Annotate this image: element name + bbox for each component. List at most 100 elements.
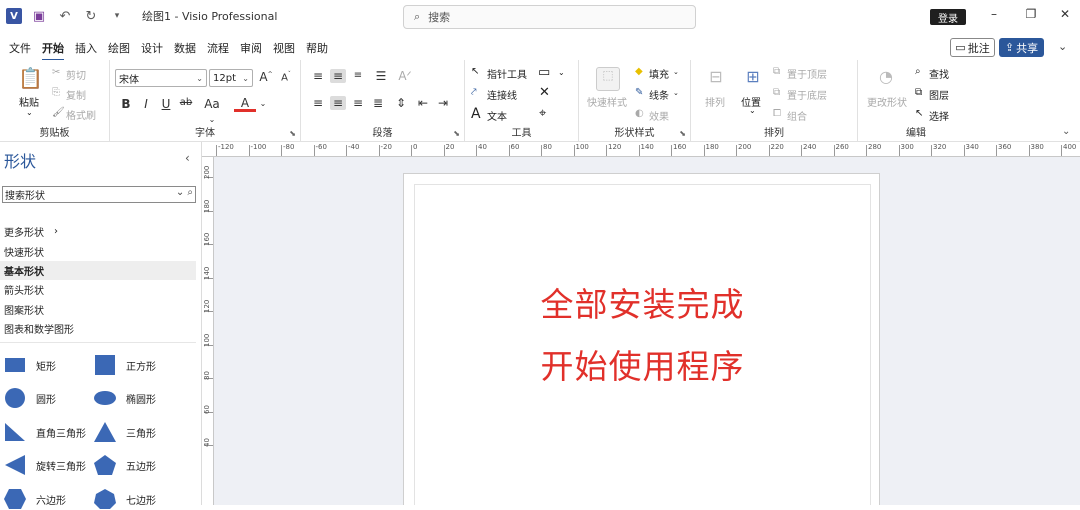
- quick-styles-button[interactable]: 快速样式: [587, 94, 627, 109]
- align-button[interactable]: 排列: [705, 94, 725, 109]
- line-button[interactable]: 线条: [649, 87, 669, 102]
- select-button[interactable]: 选择: [929, 108, 949, 123]
- shape-hexagon[interactable]: 六边形: [4, 488, 66, 510]
- increase-font-icon[interactable]: A^: [258, 70, 274, 84]
- connection-point-icon[interactable]: ⌖: [539, 106, 546, 121]
- change-shape-button[interactable]: 更改形状: [867, 94, 907, 109]
- redo-icon[interactable]: ↻: [82, 9, 100, 24]
- shape-heptagon[interactable]: 七边形: [94, 488, 156, 510]
- align-middle-icon[interactable]: ≡: [330, 69, 346, 83]
- shape-pentagon[interactable]: 五边形: [94, 454, 156, 476]
- increase-indent-icon[interactable]: ⇥: [435, 96, 451, 110]
- shape-rotated-triangle[interactable]: 旋转三角形: [4, 454, 86, 476]
- text-tool-button[interactable]: 文本: [487, 108, 507, 123]
- shape-triangle[interactable]: 三角形: [94, 421, 156, 443]
- tab-design[interactable]: 设计: [141, 40, 163, 56]
- shape-square[interactable]: 正方形: [94, 354, 156, 376]
- dialog-launcher-icon[interactable]: ⬊: [453, 129, 460, 138]
- minimize-button[interactable]: –: [982, 7, 1006, 27]
- drawing-canvas[interactable]: -120 -100 -80 -60 -40 -20 0 20 40 60 80 100 120 140 16…: [202, 142, 1080, 505]
- dialog-launcher-icon[interactable]: ⬊: [679, 129, 686, 138]
- chevron-down-icon[interactable]: ⌄: [1058, 40, 1067, 53]
- bullets-icon[interactable]: ☰: [373, 69, 389, 83]
- decrease-indent-icon[interactable]: ⇤: [415, 96, 431, 110]
- font-name-dropdown[interactable]: 宋体 ⌄: [115, 69, 207, 87]
- change-case-button[interactable]: Aa ⌄: [200, 97, 224, 125]
- more-shapes-item[interactable]: 更多形状 ›: [0, 222, 196, 241]
- line-spacing-icon[interactable]: ⇕: [393, 96, 409, 110]
- tab-home[interactable]: 开始: [42, 40, 64, 61]
- justify-icon[interactable]: ≣: [370, 96, 386, 110]
- share-button[interactable]: ⇪ 共享: [999, 38, 1044, 57]
- align-center-icon[interactable]: ≡: [330, 96, 346, 110]
- tab-insert[interactable]: 插入: [75, 40, 97, 56]
- shape-rectangle[interactable]: 矩形: [4, 354, 56, 376]
- shape-search-input[interactable]: 搜索形状 ⌄ ⌕: [2, 186, 196, 203]
- align-top-icon[interactable]: ≡: [310, 69, 326, 83]
- tab-draw[interactable]: 绘图: [108, 40, 130, 56]
- quick-styles-icon[interactable]: ⬚: [596, 67, 620, 91]
- tab-data[interactable]: 数据: [174, 40, 196, 56]
- layers-button[interactable]: 图层: [929, 87, 949, 102]
- shape-circle[interactable]: 圆形: [4, 387, 56, 409]
- italic-button[interactable]: I: [138, 97, 154, 111]
- save-icon[interactable]: ▣: [30, 9, 48, 24]
- customize-qat-icon[interactable]: ▾: [108, 11, 126, 21]
- chevron-left-icon[interactable]: ‹: [185, 151, 190, 165]
- align-right-icon[interactable]: ≡: [350, 96, 366, 110]
- underline-button[interactable]: U: [158, 97, 174, 111]
- comment-button[interactable]: ▭ 批注: [950, 38, 995, 57]
- stencil-quick-shapes[interactable]: 快速形状: [0, 242, 196, 261]
- search-input[interactable]: ⌕ 搜索: [403, 5, 696, 29]
- tab-review[interactable]: 审阅: [240, 40, 262, 56]
- copy-button[interactable]: 复制: [66, 87, 86, 102]
- tab-process[interactable]: 流程: [207, 40, 229, 56]
- fill-button[interactable]: 填充: [649, 66, 669, 81]
- chevron-down-icon[interactable]: ⌄: [558, 68, 565, 77]
- find-button[interactable]: 查找: [929, 66, 949, 81]
- align-left-icon[interactable]: ≡: [310, 96, 326, 110]
- strikethrough-button[interactable]: ab: [178, 97, 194, 108]
- align-bottom-icon[interactable]: ≡: [350, 70, 366, 81]
- paste-button[interactable]: 粘贴: [19, 94, 39, 109]
- send-back-button[interactable]: 置于底层: [787, 87, 827, 102]
- rectangle-tool-icon[interactable]: ▭: [538, 65, 550, 80]
- stencil-arrow-shapes[interactable]: 箭头形状: [0, 280, 196, 299]
- tab-file[interactable]: 文件: [9, 40, 31, 56]
- close-icon[interactable]: ✕: [539, 85, 550, 100]
- pointer-tool-button[interactable]: 指针工具: [487, 66, 527, 81]
- login-button[interactable]: 登录: [930, 9, 966, 25]
- chevron-down-icon[interactable]: ⌄: [749, 106, 756, 115]
- page-text-line-1[interactable]: 全部安装完成: [415, 278, 870, 326]
- font-color-button[interactable]: A: [234, 96, 256, 112]
- format-painter-button[interactable]: 格式刷: [66, 107, 96, 122]
- chevron-down-icon[interactable]: ⌄: [673, 89, 679, 97]
- stencil-pattern-shapes[interactable]: 图案形状: [0, 300, 196, 319]
- drawing-page[interactable]: 全部安装完成 开始使用程序: [403, 173, 880, 505]
- dialog-launcher-icon[interactable]: ⬊: [289, 129, 296, 138]
- paste-icon[interactable]: 📋: [18, 66, 43, 90]
- font-size-dropdown[interactable]: 12pt ⌄: [209, 69, 253, 87]
- undo-icon[interactable]: ↶: [56, 9, 74, 24]
- group-button[interactable]: 组合: [787, 108, 807, 123]
- page-text-line-2[interactable]: 开始使用程序: [415, 340, 870, 388]
- chevron-down-icon[interactable]: ⌄: [255, 99, 271, 108]
- decrease-font-icon[interactable]: Aˇ: [278, 71, 294, 83]
- paste-dropdown-icon[interactable]: ⌄: [26, 108, 33, 117]
- bring-front-button[interactable]: 置于顶层: [787, 66, 827, 81]
- stencil-chart-math-shapes[interactable]: 图表和数学图形: [0, 319, 196, 338]
- connector-button[interactable]: 连接线: [487, 87, 517, 102]
- close-button[interactable]: ✕: [1053, 7, 1077, 27]
- search-icon[interactable]: ⌄ ⌕: [176, 187, 193, 198]
- effects-button[interactable]: 效果: [649, 108, 669, 123]
- shape-ellipse[interactable]: 椭圆形: [94, 387, 156, 409]
- maximize-button[interactable]: ❐: [1019, 7, 1043, 27]
- bold-button[interactable]: B: [118, 97, 134, 111]
- shape-right-triangle[interactable]: 直角三角形: [4, 421, 86, 443]
- tab-help[interactable]: 帮助: [306, 40, 328, 56]
- collapse-ribbon-icon[interactable]: ⌄: [1062, 126, 1070, 137]
- tab-view[interactable]: 视图: [273, 40, 295, 56]
- stencil-basic-shapes[interactable]: 基本形状: [0, 261, 196, 280]
- cut-button[interactable]: 剪切: [66, 67, 86, 82]
- chevron-down-icon[interactable]: ⌄: [673, 68, 679, 76]
